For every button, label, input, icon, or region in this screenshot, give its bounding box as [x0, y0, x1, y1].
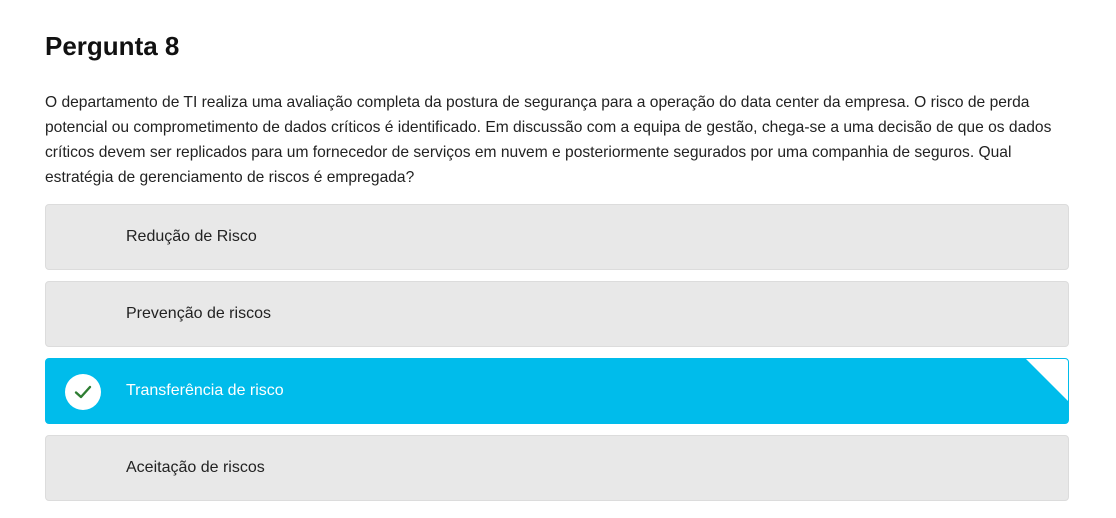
- option-label: Prevenção de riscos: [126, 305, 271, 322]
- option-label: Transferência de risco: [126, 382, 284, 399]
- question-panel: Pergunta 8 O departamento de TI realiza …: [45, 0, 1069, 512]
- option-label: Aceitação de riscos: [126, 459, 265, 476]
- check-icon: [65, 374, 101, 410]
- option-label: Redução de Risco: [126, 228, 257, 245]
- question-text: O departamento de TI realiza uma avaliaç…: [45, 94, 1052, 186]
- option-transferencia-de-risco[interactable]: Transferência de risco: [45, 358, 1069, 424]
- selected-corner-marker: [1026, 359, 1068, 401]
- question-title: Pergunta 8: [45, 31, 180, 61]
- answer-options: Redução de Risco Prevenção de riscos Tra…: [45, 204, 1069, 501]
- option-prevencao-de-riscos[interactable]: Prevenção de riscos: [45, 281, 1069, 347]
- option-aceitacao-de-riscos[interactable]: Aceitação de riscos: [45, 435, 1069, 501]
- option-reducao-de-risco[interactable]: Redução de Risco: [45, 204, 1069, 270]
